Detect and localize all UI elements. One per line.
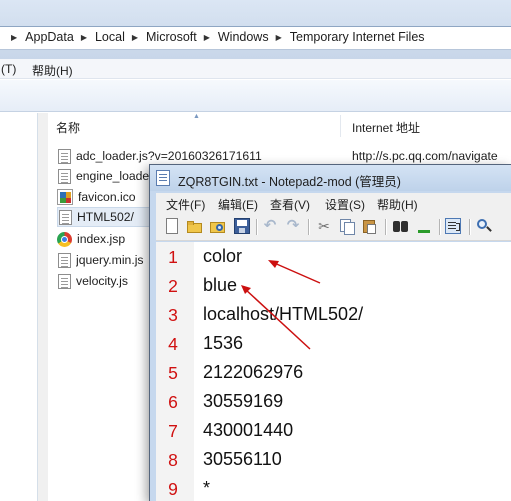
line-number: 7 — [168, 421, 178, 441]
breadcrumb-separator-icon[interactable]: ▶ — [204, 33, 210, 42]
code-line[interactable]: 2122062976 — [203, 362, 303, 383]
breadcrumb-separator-icon[interactable]: ▶ — [276, 33, 282, 42]
menu-view[interactable]: 查看(V) — [270, 196, 310, 213]
save-icon[interactable] — [234, 218, 250, 234]
notepad2-window: ZQR8TGIN.txt - Notepad2-mod (管理员) 文件(F) … — [149, 164, 511, 501]
file-list-item[interactable]: adc_loader.js?v=20160326171611 http://s.… — [57, 146, 511, 166]
column-header-name[interactable]: 名称 — [56, 119, 80, 136]
breadcrumb: ▶ AppData ▶ Local ▶ Microsoft ▶ Windows … — [4, 30, 425, 44]
breadcrumb-separator-icon[interactable]: ▶ — [132, 33, 138, 42]
file-name: adc_loader.js?v=20160326171611 — [76, 149, 262, 163]
window-title: ZQR8TGIN.txt - Notepad2-mod (管理员) — [178, 175, 401, 189]
line-number: 4 — [168, 334, 178, 354]
redo-icon[interactable]: ↷ — [285, 218, 301, 234]
line-number: 5 — [168, 363, 178, 383]
code-line[interactable]: 30559169 — [203, 391, 283, 412]
word-wrap-icon[interactable] — [445, 218, 461, 234]
navigation-pane[interactable] — [0, 113, 38, 501]
breadcrumb-item[interactable]: Temporary Internet Files — [290, 30, 425, 44]
code-line[interactable]: 1536 — [203, 333, 243, 354]
doc-icon — [59, 209, 72, 225]
title-bar[interactable]: ZQR8TGIN.txt - Notepad2-mod (管理员) — [150, 165, 511, 191]
explorer-menubar: (T) 帮助(H) — [0, 59, 511, 79]
notepad-toolbar: ↶ ↷ ✂ — [156, 213, 511, 241]
menu-edit[interactable]: 编辑(E) — [218, 196, 258, 213]
notepad-app-icon[interactable] — [156, 170, 170, 186]
chrome-icon — [57, 231, 72, 247]
line-number: 8 — [168, 450, 178, 470]
breadcrumb-separator-icon[interactable]: ▶ — [81, 33, 87, 42]
menu-file[interactable]: 文件(F) — [166, 196, 205, 213]
notepad-menubar: 文件(F) 编辑(E) 查看(V) 设置(S) 帮助(H) — [156, 193, 511, 213]
code-line[interactable]: color — [203, 246, 242, 267]
cut-icon[interactable]: ✂ — [316, 218, 332, 234]
breadcrumb-item[interactable]: AppData — [25, 30, 74, 44]
find-icon[interactable] — [393, 218, 409, 234]
navigation-pane-scrollbar[interactable] — [38, 113, 48, 501]
toolbar-separator — [469, 219, 470, 235]
menu-help[interactable]: 帮助(H) — [32, 62, 73, 79]
menu-help[interactable]: 帮助(H) — [377, 196, 418, 213]
favicon-icon — [57, 189, 73, 205]
code-line[interactable]: * — [203, 478, 210, 499]
code-line[interactable]: 430001440 — [203, 420, 293, 441]
toolbar-separator — [385, 219, 386, 235]
breadcrumb-separator-icon: ▶ — [11, 32, 18, 42]
column-divider[interactable] — [340, 115, 341, 137]
line-number: 2 — [168, 276, 178, 296]
line-number: 1 — [168, 247, 178, 267]
column-header-row: 名称 ▲ Internet 地址 — [48, 113, 511, 141]
line-number: 6 — [168, 392, 178, 412]
line-number: 3 — [168, 305, 178, 325]
menu-settings[interactable]: 设置(S) — [325, 196, 365, 213]
doc-icon — [58, 252, 71, 268]
new-icon[interactable] — [166, 218, 178, 234]
column-header-internet-address[interactable]: Internet 地址 — [352, 119, 420, 136]
undo-icon[interactable]: ↶ — [262, 218, 278, 234]
breadcrumb-item[interactable]: Local — [95, 30, 125, 44]
open-icon[interactable] — [187, 218, 203, 234]
toolbar-separator — [308, 219, 309, 235]
toolbar-separator — [439, 219, 440, 235]
breadcrumb-item[interactable]: Windows — [218, 30, 269, 44]
address-bar[interactable]: ▶ AppData ▶ Local ▶ Microsoft ▶ Windows … — [0, 26, 511, 50]
breadcrumb-item[interactable]: Microsoft — [146, 30, 197, 44]
line-number: 9 — [168, 479, 178, 499]
zoom-icon[interactable] — [476, 218, 492, 234]
address-bar-area: ▶ AppData ▶ Local ▶ Microsoft ▶ Windows … — [0, 0, 511, 59]
code-line[interactable]: 30556110 — [203, 449, 282, 470]
file-internet-address: http://s.pc.qq.com/navigate — [352, 149, 498, 163]
browse-icon[interactable] — [210, 218, 226, 234]
doc-icon — [58, 273, 71, 289]
sort-ascending-icon: ▲ — [193, 113, 200, 120]
copy-icon[interactable] — [339, 218, 355, 235]
paste-icon[interactable] — [362, 218, 378, 234]
toolbar-separator — [256, 219, 257, 235]
replace-icon[interactable] — [416, 218, 432, 234]
menu-tools[interactable]: (T) — [1, 62, 16, 76]
explorer-command-bar — [0, 80, 511, 112]
doc-icon — [58, 148, 71, 164]
code-line[interactable]: localhost/HTML502/ — [203, 304, 363, 325]
doc-icon — [58, 168, 71, 184]
code-line[interactable]: blue — [203, 275, 237, 296]
editor-area[interactable]: 1 2 3 4 5 6 7 8 9 color blue localhost/H… — [156, 242, 511, 501]
